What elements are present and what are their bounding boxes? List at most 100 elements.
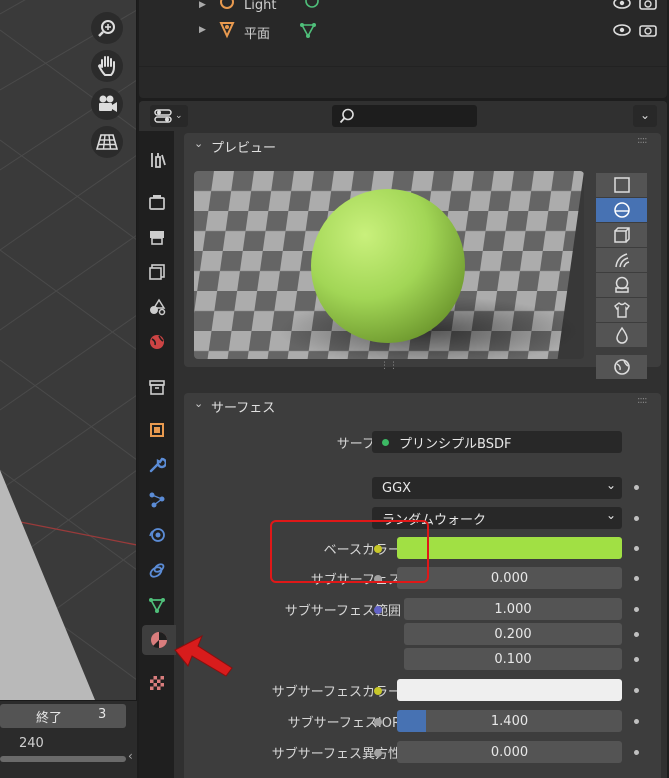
chevron-down-icon: ⌄ — [194, 397, 204, 410]
resize-handle-icon[interactable]: ⋮⋮ — [380, 361, 398, 371]
float-socket-icon[interactable] — [374, 749, 382, 757]
surface-panel-header[interactable]: ⌄ サーフェス :::: — [184, 393, 661, 419]
search-icon — [339, 108, 354, 124]
preview-panel: ⌄ プレビュー :::: ⋮⋮ — [184, 133, 661, 379]
chevron-left-icon[interactable]: ‹ — [128, 749, 133, 763]
tab-scene[interactable] — [142, 292, 172, 322]
end-frame-value: 3 — [98, 707, 107, 722]
material-icon — [151, 632, 167, 649]
preview-world-button[interactable] — [596, 355, 647, 379]
end-frame-field[interactable]: 終了 3 — [0, 704, 126, 728]
subsurface-field[interactable]: 0.000 — [397, 567, 622, 589]
cloth-preview-icon — [613, 302, 630, 318]
camera-render-icon[interactable] — [639, 0, 657, 10]
decorate-dot-icon[interactable] — [634, 688, 639, 693]
decorate-dot-icon[interactable] — [634, 546, 639, 551]
zoom-icon — [98, 20, 115, 37]
tab-constraints[interactable] — [142, 555, 172, 585]
eye-icon[interactable] — [613, 23, 631, 37]
color-socket-icon[interactable] — [374, 687, 382, 695]
tab-data[interactable] — [142, 590, 172, 620]
tab-object[interactable] — [142, 415, 172, 445]
expand-arrow-icon[interactable]: ▶ — [199, 0, 206, 10]
tab-collection[interactable] — [142, 372, 172, 402]
3d-viewport[interactable] — [0, 0, 137, 700]
drag-handle-icon[interactable]: :::: — [637, 135, 648, 146]
wrench-icon — [149, 457, 166, 473]
tab-physics[interactable] — [142, 520, 172, 550]
decorate-dot-icon[interactable] — [634, 632, 639, 637]
camera-render-icon[interactable] — [639, 23, 657, 37]
preview-sphere — [311, 189, 465, 343]
tab-particles[interactable] — [142, 485, 172, 515]
tab-view-layer[interactable] — [142, 257, 172, 287]
mesh-data-icon — [300, 23, 316, 38]
perspective-button[interactable] — [91, 126, 123, 158]
chevron-down-icon: ⌄ — [639, 108, 651, 122]
preview-sphere-button[interactable] — [596, 198, 647, 222]
preview-fluid-button[interactable] — [596, 323, 647, 347]
camera-view-button[interactable] — [91, 88, 123, 120]
surface-panel: ⌄ サーフェス :::: サーフェス プリンシプルBSDF GGX ⌄ ランダム… — [184, 393, 661, 778]
search-input[interactable] — [332, 105, 477, 127]
eye-icon[interactable] — [613, 0, 631, 10]
chevron-down-icon: ⌄ — [194, 137, 204, 150]
tab-texture[interactable] — [142, 668, 172, 698]
base-color-swatch[interactable] — [397, 537, 622, 559]
decorate-dot-icon[interactable] — [634, 516, 639, 521]
subsurface-color-swatch[interactable] — [397, 679, 622, 701]
decorate-dot-icon[interactable] — [634, 576, 639, 581]
zoom-button[interactable] — [91, 12, 123, 44]
tool-icon — [151, 153, 166, 168]
tab-world[interactable] — [142, 327, 172, 357]
subsurface-radius-label: サブサーフェス範囲 — [284, 604, 401, 619]
tab-render[interactable] — [142, 187, 172, 217]
decorate-dot-icon[interactable] — [634, 719, 639, 724]
chevron-down-icon: ⌄ — [175, 111, 183, 121]
distribution-dropdown[interactable]: GGX ⌄ — [372, 477, 622, 499]
fluid-preview-icon — [615, 326, 628, 344]
properties-content: ⌄ プレビュー :::: ⋮⋮ ⌄ サーフェス:::: サーフェス プリンシプ… — [184, 131, 667, 778]
radius-z-field[interactable]: 0.100 — [404, 648, 622, 670]
decorate-dot-icon[interactable] — [634, 750, 639, 755]
options-dropdown-button[interactable]: ⌄ — [633, 105, 657, 127]
light-object-icon — [220, 0, 234, 9]
preview-shaderball-button[interactable] — [596, 273, 647, 297]
preview-panel-header[interactable]: ⌄ プレビュー :::: — [184, 133, 661, 159]
subsurface-value: 0.000 — [490, 570, 529, 586]
radius-x-field[interactable]: 1.000 — [404, 598, 622, 620]
radius-z-value: 0.100 — [494, 651, 532, 667]
outliner-row-plane[interactable]: ▶ 平面 — [139, 19, 667, 43]
radius-y-field[interactable]: 0.200 — [404, 623, 622, 645]
tab-modifiers[interactable] — [142, 450, 172, 480]
editor-type-button[interactable]: ⌄ — [150, 105, 188, 127]
object-icon — [150, 423, 164, 437]
timeline: 終了 3 240 ‹ — [0, 700, 137, 778]
chevron-down-icon: ⌄ — [605, 478, 616, 492]
slider-fill — [397, 710, 426, 732]
subsurface-anisotropy-field[interactable]: 0.000 — [397, 741, 622, 763]
surface-shader-value: プリンシプルBSDF — [399, 436, 512, 452]
drag-handle-icon[interactable]: :::: — [637, 395, 648, 406]
outliner-row-light[interactable]: ▶ Light — [139, 0, 667, 18]
tab-output[interactable] — [142, 222, 172, 252]
tab-tool[interactable] — [142, 145, 172, 175]
preview-cloth-button[interactable] — [596, 298, 647, 322]
preview-cube-button[interactable] — [596, 223, 647, 247]
surface-shader-field[interactable]: プリンシプルBSDF — [372, 431, 622, 453]
decorate-dot-icon[interactable] — [634, 657, 639, 662]
expand-arrow-icon[interactable]: ▶ — [199, 25, 206, 35]
vector-socket-icon[interactable] — [374, 606, 382, 614]
float-socket-icon[interactable] — [374, 718, 382, 726]
timeline-scrollbar[interactable] — [0, 756, 126, 762]
material-preview-image — [194, 171, 584, 359]
preview-hair-button[interactable] — [596, 248, 647, 272]
subsurface-ior-slider[interactable]: 1.400 — [397, 710, 622, 732]
decorate-dot-icon[interactable] — [634, 607, 639, 612]
annotation-highlight-box — [270, 520, 429, 583]
chevron-down-icon: ⌄ — [605, 508, 616, 522]
preview-flat-button[interactable] — [596, 173, 647, 197]
pan-button[interactable] — [91, 50, 123, 82]
decorate-dot-icon[interactable] — [634, 485, 639, 490]
properties-tabs — [139, 131, 176, 778]
